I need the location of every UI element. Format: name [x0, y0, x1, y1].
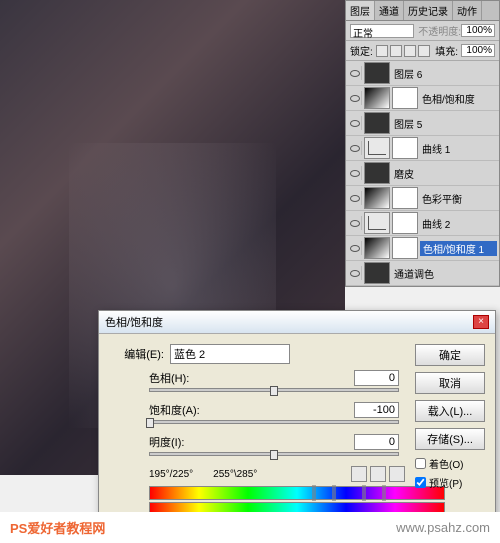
- colorize-checkbox[interactable]: 着色(O): [415, 456, 485, 471]
- range-right: 255°\285°: [213, 469, 257, 480]
- fill-value[interactable]: 100%: [461, 44, 495, 57]
- layer-name-label[interactable]: 磨皮: [392, 166, 497, 181]
- visibility-eye-icon[interactable]: [348, 266, 362, 280]
- page-footer: PS爱好者教程网 www.psahz.com: [0, 512, 500, 543]
- layer-row[interactable]: 色相/饱和度 1: [346, 236, 499, 261]
- visibility-eye-icon[interactable]: [348, 241, 362, 255]
- lightness-slider[interactable]: [149, 452, 399, 456]
- tab-layers[interactable]: 图层: [346, 1, 375, 20]
- saturation-slider[interactable]: [149, 420, 399, 424]
- fill-label: 填充:: [435, 43, 458, 58]
- opacity-value[interactable]: 100%: [461, 24, 495, 37]
- close-icon[interactable]: ×: [473, 315, 489, 329]
- preview-input[interactable]: [415, 477, 426, 488]
- layer-thumbnail[interactable]: [364, 262, 390, 284]
- visibility-eye-icon[interactable]: [348, 116, 362, 130]
- range-left: 195°/225°: [149, 469, 193, 480]
- layer-row[interactable]: 通道调色: [346, 261, 499, 286]
- eyedropper-add-icon[interactable]: [370, 466, 386, 482]
- layer-thumbnail[interactable]: [364, 137, 390, 159]
- lightness-label: 明度(I):: [149, 434, 209, 450]
- tab-actions[interactable]: 动作: [453, 1, 482, 20]
- save-button[interactable]: 存储(S)...: [415, 428, 485, 450]
- layer-name-label[interactable]: 曲线 1: [420, 141, 497, 156]
- edit-channel-select[interactable]: 蓝色 2: [170, 344, 290, 364]
- eyedropper-subtract-icon[interactable]: [389, 466, 405, 482]
- saturation-label: 饱和度(A):: [149, 402, 209, 418]
- layer-mask-thumbnail[interactable]: [392, 187, 418, 209]
- layer-row[interactable]: 磨皮: [346, 161, 499, 186]
- ok-button[interactable]: 确定: [415, 344, 485, 366]
- layer-thumbnail[interactable]: [364, 62, 390, 84]
- layer-row[interactable]: 曲线 2: [346, 211, 499, 236]
- layer-name-label[interactable]: 色彩平衡: [420, 191, 497, 206]
- layer-row[interactable]: 图层 6: [346, 61, 499, 86]
- hue-saturation-dialog: 色相/饱和度 × 编辑(E): 蓝色 2 色相(H): 0 饱和度(A): -1…: [98, 310, 496, 529]
- layer-thumbnail[interactable]: [364, 112, 390, 134]
- cancel-button[interactable]: 取消: [415, 372, 485, 394]
- visibility-eye-icon[interactable]: [348, 66, 362, 80]
- hue-value[interactable]: 0: [354, 370, 399, 386]
- dialog-titlebar[interactable]: 色相/饱和度 ×: [99, 311, 495, 334]
- spectrum-top[interactable]: [149, 486, 445, 500]
- layer-thumbnail[interactable]: [364, 237, 390, 259]
- layers-panel: 图层 通道 历史记录 动作 正常 不透明度: 100% 锁定: 填充: 100%…: [345, 0, 500, 287]
- layer-name-label[interactable]: 色相/饱和度 1: [420, 241, 497, 256]
- layer-name-label[interactable]: 图层 5: [392, 116, 497, 131]
- layer-name-label[interactable]: 曲线 2: [420, 216, 497, 231]
- preview-checkbox[interactable]: 预览(P): [415, 475, 485, 490]
- colorize-input[interactable]: [415, 458, 426, 469]
- layer-mask-thumbnail[interactable]: [392, 212, 418, 234]
- visibility-eye-icon[interactable]: [348, 91, 362, 105]
- edit-label: 编辑(E):: [109, 346, 164, 362]
- layer-thumbnail[interactable]: [364, 87, 390, 109]
- tab-channels[interactable]: 通道: [375, 1, 404, 20]
- footer-url: www.psahz.com: [396, 520, 490, 535]
- layer-thumbnail[interactable]: [364, 162, 390, 184]
- layer-row[interactable]: 色彩平衡: [346, 186, 499, 211]
- layer-mask-thumbnail[interactable]: [392, 87, 418, 109]
- hue-label: 色相(H):: [149, 370, 209, 386]
- visibility-eye-icon[interactable]: [348, 216, 362, 230]
- layer-row[interactable]: 色相/饱和度: [346, 86, 499, 111]
- tab-history[interactable]: 历史记录: [404, 1, 453, 20]
- dialog-title: 色相/饱和度: [105, 314, 473, 330]
- load-button[interactable]: 载入(L)...: [415, 400, 485, 422]
- layer-mask-thumbnail[interactable]: [392, 237, 418, 259]
- footer-brand: PS爱好者教程网: [10, 518, 105, 537]
- hue-slider[interactable]: [149, 388, 399, 392]
- lock-position-icon[interactable]: [404, 45, 416, 57]
- opacity-label: 不透明度:: [418, 23, 461, 38]
- layer-thumbnail[interactable]: [364, 187, 390, 209]
- lock-transparency-icon[interactable]: [376, 45, 388, 57]
- layer-row[interactable]: 图层 5: [346, 111, 499, 136]
- lightness-value[interactable]: 0: [354, 434, 399, 450]
- eyedropper-icon[interactable]: [351, 466, 367, 482]
- layer-mask-thumbnail[interactable]: [392, 137, 418, 159]
- layer-thumbnail[interactable]: [364, 212, 390, 234]
- lock-all-icon[interactable]: [418, 45, 430, 57]
- layer-row[interactable]: 曲线 1: [346, 136, 499, 161]
- blend-mode-select[interactable]: 正常: [350, 24, 414, 38]
- layer-list: 图层 6 色相/饱和度图层 5 曲线 1 磨皮色彩平衡曲线 2 色相/饱和度 1 通道调色: [346, 61, 499, 286]
- saturation-value[interactable]: -100: [354, 402, 399, 418]
- lock-pixels-icon[interactable]: [390, 45, 402, 57]
- panel-tabs: 图层 通道 历史记录 动作: [346, 1, 499, 21]
- lock-label: 锁定:: [350, 43, 373, 58]
- layer-name-label[interactable]: 通道调色: [392, 266, 497, 281]
- layer-name-label[interactable]: 色相/饱和度: [420, 91, 497, 106]
- visibility-eye-icon[interactable]: [348, 141, 362, 155]
- visibility-eye-icon[interactable]: [348, 166, 362, 180]
- layer-name-label[interactable]: 图层 6: [392, 66, 497, 81]
- visibility-eye-icon[interactable]: [348, 191, 362, 205]
